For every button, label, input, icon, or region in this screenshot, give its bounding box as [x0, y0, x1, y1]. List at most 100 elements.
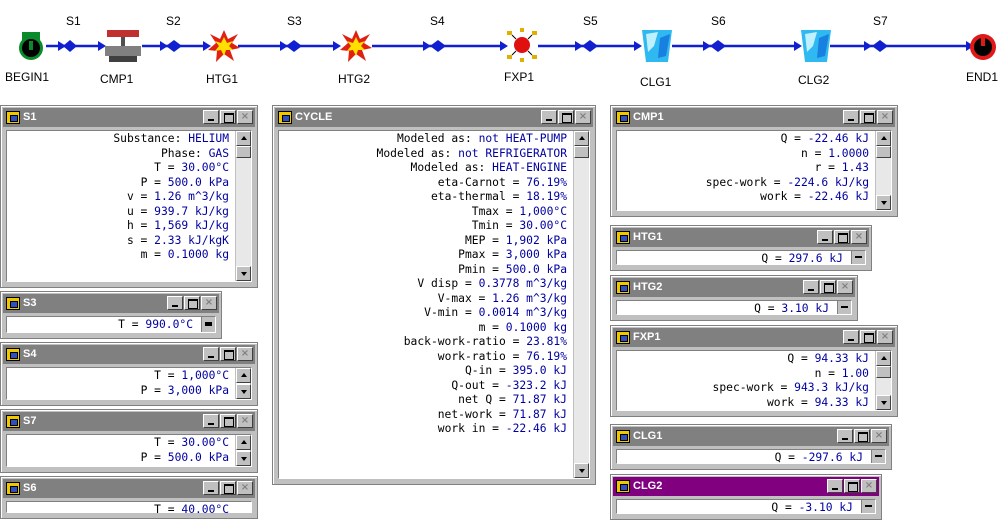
minimize-button[interactable]: [203, 414, 219, 428]
window-icon[interactable]: [616, 480, 630, 493]
property-value[interactable]: 1.26 m^3/kg: [154, 190, 229, 203]
scroll-thumb[interactable]: [236, 146, 251, 158]
window-title-bar[interactable]: FXP1 ×: [613, 328, 895, 347]
vertical-scrollbar[interactable]: [573, 131, 589, 478]
scroll-up-arrow-icon[interactable]: [236, 368, 251, 383]
property-value[interactable]: 40.00°C: [181, 503, 229, 516]
window-icon[interactable]: [6, 482, 20, 495]
window-icon[interactable]: [6, 348, 20, 361]
property-value[interactable]: 395.0 kJ: [513, 364, 567, 377]
minimize-button[interactable]: [203, 347, 219, 361]
compressor-icon[interactable]: [103, 28, 143, 64]
begin-node-icon[interactable]: [18, 32, 44, 62]
window-title-bar[interactable]: CLG1 ×: [613, 427, 889, 446]
property-value[interactable]: 1,902 kPa: [506, 234, 567, 247]
scroll-thumb[interactable]: [876, 146, 891, 158]
window-title-bar[interactable]: HTG1 ×: [613, 228, 869, 247]
property-value[interactable]: -297.6 kJ: [802, 451, 863, 464]
property-value[interactable]: 1,000°C: [519, 205, 567, 218]
window-cmp1[interactable]: CMP1 × Q = -22.46 kJ n = 1.0000 r = 1.43 spec…: [610, 105, 898, 217]
vertical-scrollbar[interactable]: [875, 351, 891, 410]
window-title-bar[interactable]: S3 ×: [3, 294, 219, 313]
property-value[interactable]: -3.10 kJ: [799, 501, 853, 514]
window-icon[interactable]: [616, 281, 630, 294]
window-title-bar[interactable]: S4 ×: [3, 345, 255, 364]
window-icon[interactable]: [616, 430, 630, 443]
property-value[interactable]: 1,000°C: [181, 369, 229, 382]
minimize-button[interactable]: [843, 330, 859, 344]
scroll-up-arrow-icon[interactable]: [236, 435, 251, 450]
scroll-down-arrow-icon[interactable]: [236, 384, 251, 399]
window-title-bar[interactable]: S7 ×: [3, 412, 255, 431]
close-button[interactable]: ×: [201, 296, 217, 310]
scroll-down-arrow-icon[interactable]: [876, 195, 891, 210]
close-button[interactable]: ×: [877, 330, 893, 344]
window-clg1[interactable]: CLG1 × Q = -297.6 kJ: [610, 424, 892, 470]
close-button[interactable]: ×: [575, 110, 591, 124]
property-value[interactable]: HEAT-ENGINE: [492, 161, 567, 174]
spinner-control[interactable]: [861, 500, 875, 513]
scroll-thumb[interactable]: [574, 146, 589, 158]
window-s4[interactable]: S4 × T = 1,000°C P = 3,000 kPa: [0, 342, 258, 406]
minimize-button[interactable]: [203, 110, 219, 124]
close-button[interactable]: ×: [237, 414, 253, 428]
minimize-button[interactable]: [817, 230, 833, 244]
maximize-button[interactable]: [220, 347, 236, 361]
property-value[interactable]: 94.33 kJ: [815, 352, 869, 365]
property-value[interactable]: 1,569 kJ/kg: [154, 219, 229, 232]
close-button[interactable]: ×: [237, 347, 253, 361]
window-title-bar[interactable]: S1 ×: [3, 108, 255, 127]
property-value[interactable]: 23.81%: [526, 335, 567, 348]
cooler-icon[interactable]: [799, 28, 833, 64]
property-value[interactable]: 76.19%: [526, 176, 567, 189]
window-clg2[interactable]: CLG2 × Q = -3.10 kJ: [610, 474, 882, 520]
spinner-control[interactable]: [871, 450, 885, 463]
property-value[interactable]: -323.2 kJ: [506, 379, 567, 392]
close-button[interactable]: ×: [877, 110, 893, 124]
scroll-down-arrow-icon[interactable]: [236, 266, 251, 281]
window-icon[interactable]: [616, 111, 630, 124]
property-value[interactable]: 0.3778 m^3/kg: [479, 277, 567, 290]
vertical-scrollbar[interactable]: [235, 368, 251, 399]
property-value[interactable]: 18.19%: [526, 190, 567, 203]
window-htg1[interactable]: HTG1 × Q = 297.6 kJ: [610, 225, 872, 271]
window-icon[interactable]: [6, 415, 20, 428]
property-value[interactable]: 0.1000 kg: [168, 248, 229, 261]
property-value[interactable]: 30.00°C: [181, 436, 229, 449]
property-value[interactable]: 3,000 kPa: [168, 384, 229, 397]
window-icon[interactable]: [616, 331, 630, 344]
scroll-down-arrow-icon[interactable]: [236, 451, 251, 466]
window-s6[interactable]: S6 × T = 40.00°C: [0, 476, 258, 519]
property-value[interactable]: -22.46 kJ: [808, 190, 869, 203]
end-node-icon[interactable]: [968, 30, 998, 62]
property-value[interactable]: 1.00: [842, 367, 869, 380]
maximize-button[interactable]: [860, 330, 876, 344]
maximize-button[interactable]: [844, 479, 860, 493]
property-value[interactable]: 1.26 m^3/kg: [492, 292, 567, 305]
property-value[interactable]: -224.6 kJ/kg: [787, 176, 869, 189]
maximize-button[interactable]: [220, 414, 236, 428]
scroll-thumb[interactable]: [876, 366, 891, 378]
window-title-bar[interactable]: CLG2 ×: [613, 477, 879, 496]
minimize-button[interactable]: [827, 479, 843, 493]
maximize-button[interactable]: [220, 110, 236, 124]
property-value[interactable]: -22.46 kJ: [506, 422, 567, 435]
property-value[interactable]: not REFRIGERATOR: [458, 147, 567, 160]
window-icon[interactable]: [6, 297, 20, 310]
property-value[interactable]: 943.3 kJ/kg: [794, 381, 869, 394]
cooler-icon[interactable]: [640, 28, 674, 64]
window-icon[interactable]: [616, 231, 630, 244]
window-fxp1[interactable]: FXP1 × Q = 94.33 kJ n = 1.00 spec-work = 943…: [610, 325, 898, 417]
maximize-button[interactable]: [220, 481, 236, 495]
scroll-up-arrow-icon[interactable]: [876, 131, 891, 146]
spinner-control[interactable]: [837, 301, 851, 314]
minimize-button[interactable]: [837, 429, 853, 443]
scroll-up-arrow-icon[interactable]: [236, 131, 251, 146]
scroll-up-arrow-icon[interactable]: [574, 131, 589, 146]
minimize-button[interactable]: [803, 280, 819, 294]
spinner-control[interactable]: [201, 317, 215, 332]
window-cycle[interactable]: CYCLE × Modeled as: not HEAT-PUMP Modeled a…: [272, 105, 596, 485]
maximize-button[interactable]: [558, 110, 574, 124]
property-value[interactable]: 94.33 kJ: [815, 396, 869, 409]
scroll-down-arrow-icon[interactable]: [574, 463, 589, 478]
